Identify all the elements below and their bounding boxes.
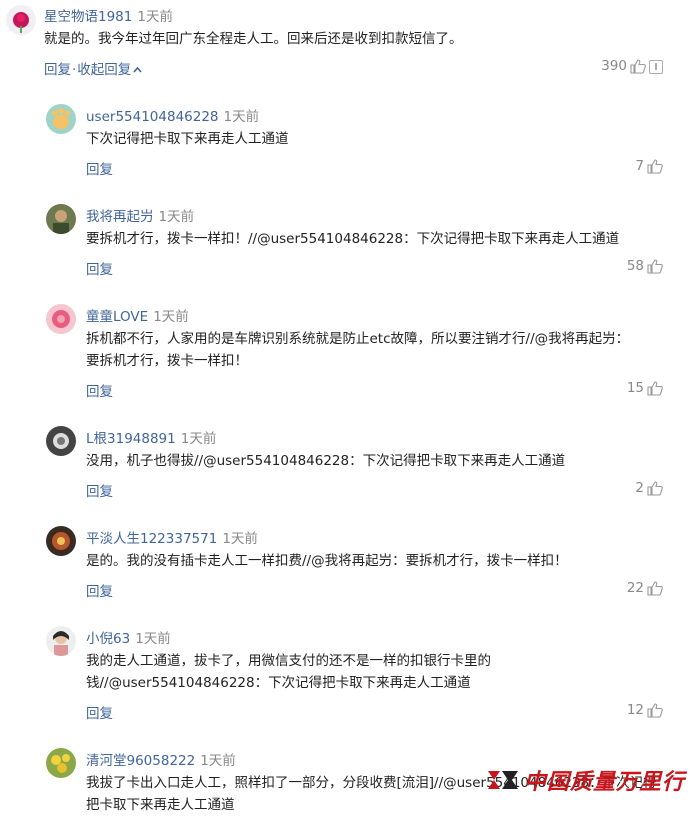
collapse-label: 收起回复 [77, 62, 132, 78]
timestamp: 1天前 [158, 209, 195, 225]
like-count: 58 [626, 258, 644, 274]
reply-button[interactable]: 回复 [86, 584, 113, 600]
like-count: 7 [635, 158, 644, 174]
thumbs-up-icon [647, 480, 663, 496]
like-button[interactable]: 22 [627, 580, 663, 596]
username[interactable]: L根31948891 [86, 431, 176, 447]
thumbs-up-icon [647, 158, 663, 174]
like-button[interactable]: 58 [627, 258, 663, 274]
comment-text: 下次记得把卡取下来再走人工通道 [86, 131, 289, 147]
avatar[interactable] [46, 526, 76, 556]
avatar[interactable] [46, 204, 76, 234]
separator: · [72, 62, 77, 78]
thumbs-up-icon [647, 380, 663, 396]
username[interactable]: 童童LOVE [86, 309, 148, 325]
comment-text: 要拆机才行，拨卡一样扣！//@user554104846228：下次记得把卡取下… [86, 231, 620, 247]
report-icon[interactable] [649, 60, 663, 74]
timestamp: 1天前 [180, 431, 217, 447]
thumbs-up-icon [630, 58, 646, 74]
timestamp: 1天前 [153, 309, 189, 325]
avatar[interactable] [46, 748, 76, 778]
timestamp: 1天前 [223, 109, 260, 125]
username[interactable]: 平淡人生122337571 [86, 531, 217, 547]
username[interactable]: user554104846228 [86, 109, 219, 125]
username[interactable]: 星空物语1981 [44, 9, 132, 25]
username[interactable]: 小倪63 [86, 631, 130, 647]
like-button[interactable]: 12 [627, 702, 663, 718]
like-button[interactable]: 2 [635, 480, 663, 496]
avatar[interactable] [46, 426, 76, 456]
like-count: 2 [635, 480, 644, 496]
comment-text: 我的走人工通道，拔卡了，用微信支付的还不是一样的扣银行卡里的 钱//@user5… [86, 653, 491, 691]
thumbs-up-icon [647, 580, 663, 596]
watermark: 中国质量万里行 [486, 764, 685, 796]
like-count: 12 [626, 702, 644, 718]
reply-button[interactable]: 回复 [44, 62, 71, 78]
timestamp: 1天前 [200, 753, 236, 769]
reply-button[interactable]: 回复 [86, 706, 113, 722]
reply-button[interactable]: 回复 [86, 484, 113, 500]
timestamp: 1天前 [222, 531, 258, 547]
chevron-up-icon [133, 61, 142, 77]
watermark-text: 中国质量万里行 [523, 769, 685, 795]
watermark-logo-icon [486, 767, 520, 793]
like-count: 15 [626, 380, 644, 396]
like-button[interactable]: 390 [601, 58, 646, 74]
like-button[interactable]: 15 [627, 380, 663, 396]
comment-text: 是的。我的没有插卡走人工一样扣费//@我将再起屶：要拆机才行，拨卡一样扣！ [86, 553, 568, 569]
comment-text: 拆机都不行，人家用的是车牌识别系统就是防止etc故障，所以要注销才行//@我将再… [86, 331, 630, 369]
reply-button[interactable]: 回复 [86, 384, 113, 400]
timestamp: 1天前 [135, 631, 171, 647]
reply-button[interactable]: 回复 [86, 262, 113, 278]
like-count: 22 [626, 580, 644, 596]
reply-button[interactable]: 回复 [86, 162, 113, 178]
thumbs-up-icon [647, 258, 663, 274]
like-count: 390 [601, 58, 627, 74]
avatar[interactable] [46, 626, 76, 656]
collapse-replies-button[interactable]: 收起回复 [77, 62, 142, 78]
avatar[interactable] [46, 304, 76, 334]
comment-text: 就是的。我今年过年回广东全程走人工。回来后还是收到扣款短信了。 [44, 31, 463, 47]
avatar[interactable] [46, 104, 76, 134]
timestamp: 1天前 [137, 9, 173, 25]
comment-text: 没用，机子也得拔//@user554104846228：下次记得把卡取下来再走人… [86, 453, 566, 469]
username[interactable]: 我将再起屶 [86, 209, 154, 225]
thumbs-up-icon [647, 702, 663, 718]
avatar[interactable] [6, 5, 36, 35]
username[interactable]: 清河堂96058222 [86, 753, 195, 769]
like-button[interactable]: 7 [635, 158, 663, 174]
